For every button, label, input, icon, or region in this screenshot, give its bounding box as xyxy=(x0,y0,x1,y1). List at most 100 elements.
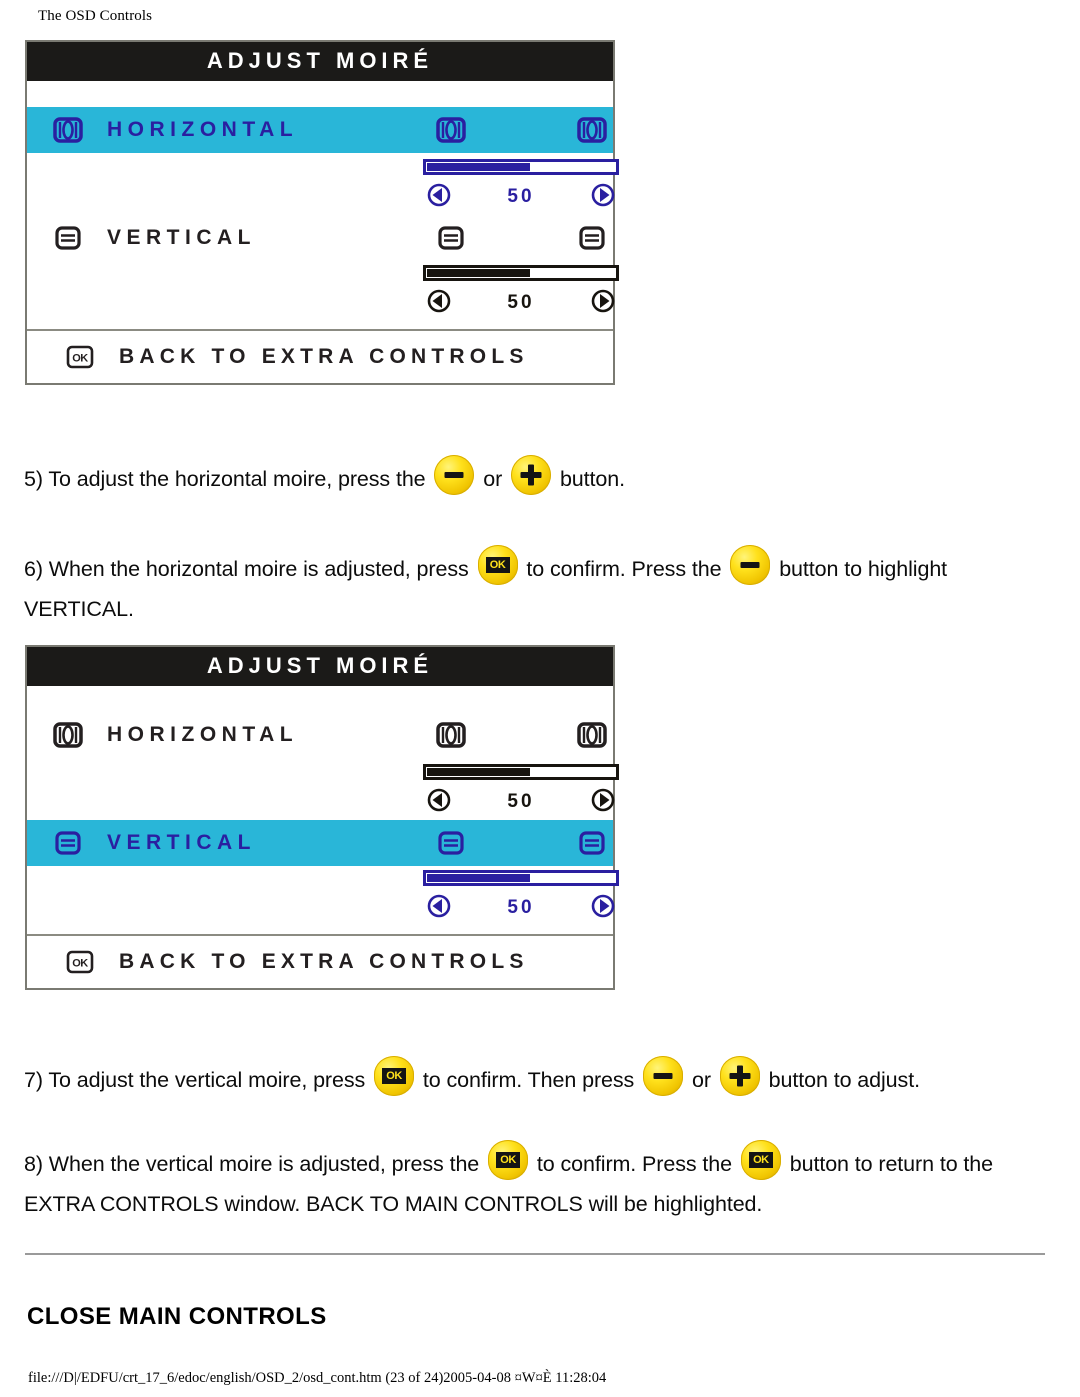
page-footer-path: file:///D|/EDFU/crt_17_6/edoc/english/OS… xyxy=(28,1370,607,1386)
ok-button[interactable]: OK xyxy=(477,545,518,585)
slider-value: 50 xyxy=(507,186,535,207)
slider-value: 50 xyxy=(507,791,535,812)
plus-icon xyxy=(528,464,535,486)
osd-row-label: BACK TO EXTRA CONTROLS xyxy=(119,950,529,973)
horizontal-moire-icon xyxy=(53,722,83,748)
vertical-moire-icon xyxy=(436,830,466,856)
horizontal-moire-icon xyxy=(577,722,607,748)
horizontal-moire-icon xyxy=(53,117,83,143)
minus-button[interactable] xyxy=(643,1056,684,1096)
page-header: The OSD Controls xyxy=(38,8,153,24)
vertical-moire-icon xyxy=(577,830,607,856)
horizontal-rule xyxy=(25,1253,1045,1255)
ok-button[interactable]: OK xyxy=(488,1140,529,1180)
minus-icon xyxy=(740,562,760,568)
osd-body: HORIZONTAL 50 VERTICAL 50 OK BACK TO EXT… xyxy=(27,686,619,988)
horizontal-moire-icon xyxy=(436,117,466,143)
slider-fill xyxy=(427,163,530,171)
ok-button[interactable]: OK xyxy=(374,1056,415,1096)
vertical-slider[interactable]: 50 xyxy=(423,870,619,924)
slider-fill xyxy=(427,874,530,882)
vertical-moire-icon xyxy=(53,830,83,856)
vertical-moire-icon xyxy=(577,225,607,251)
slider-fill xyxy=(427,269,530,277)
ok-button[interactable]: OK xyxy=(740,1140,781,1180)
slider-controls: 50 xyxy=(423,890,619,924)
slider-track[interactable] xyxy=(423,870,619,886)
ok-icon: OK xyxy=(496,1152,521,1168)
slider-fill xyxy=(427,768,530,776)
horizontal-moire-icon xyxy=(577,117,607,143)
step5-text-part1: 5) To adjust the horizontal moire, press… xyxy=(24,467,426,491)
horizontal-slider[interactable]: 50 xyxy=(423,764,619,818)
step7-text-part2: to confirm. Then press xyxy=(422,1068,635,1092)
step5-text-part3: button. xyxy=(559,467,626,491)
slider-track[interactable] xyxy=(423,265,619,281)
step7-text-part4: button to adjust. xyxy=(768,1068,920,1092)
ok-icon: OK xyxy=(485,557,510,573)
right-arrow-icon[interactable] xyxy=(591,183,615,207)
osd-row-vertical[interactable]: VERTICAL xyxy=(27,215,613,261)
plus-button[interactable] xyxy=(719,1056,760,1096)
instruction-step-7: 7) To adjust the vertical moire, press O… xyxy=(24,1056,1050,1100)
osd-spacer-top xyxy=(27,81,613,107)
ok-icon: OK xyxy=(382,1068,407,1084)
instruction-step-8: 8) When the vertical moire is adjusted, … xyxy=(24,1140,1050,1224)
osd-row-back-to-extra-controls[interactable]: OK BACK TO EXTRA CONTROLS xyxy=(27,934,613,988)
horizontal-moire-icon xyxy=(436,722,466,748)
step6-text-part2: to confirm. Press the xyxy=(526,557,722,581)
osd-slider-area-vertical: 50 xyxy=(27,866,619,928)
minus-button[interactable] xyxy=(434,455,475,495)
plus-button[interactable] xyxy=(511,455,552,495)
osd-row-vertical[interactable]: VERTICAL xyxy=(27,820,613,866)
ok-button-icon: OK xyxy=(65,949,95,975)
right-arrow-icon[interactable] xyxy=(591,289,615,313)
right-arrow-icon[interactable] xyxy=(591,788,615,812)
ok-icon: OK xyxy=(748,1152,773,1168)
plus-icon xyxy=(736,1065,743,1087)
osd-row-back-to-extra-controls[interactable]: OK BACK TO EXTRA CONTROLS xyxy=(27,329,613,383)
osd-row-horizontal[interactable]: HORIZONTAL xyxy=(27,107,613,153)
vertical-moire-icon xyxy=(436,225,466,251)
osd-slider-area-horizontal: 50 xyxy=(27,758,619,820)
minus-button[interactable] xyxy=(730,545,771,585)
osd-panel-adjust-moire-horizontal: ADJUST MOIRÉ HORIZONTAL 50 VERTICAL 50 O… xyxy=(25,40,619,385)
instruction-step-6: 6) When the horizontal moire is adjusted… xyxy=(24,545,1050,629)
slider-controls: 50 xyxy=(423,784,619,818)
osd-row-label: HORIZONTAL xyxy=(107,723,299,746)
slider-value: 50 xyxy=(507,897,535,918)
step7-text-part3: or xyxy=(691,1068,711,1092)
step7-text-part1: 7) To adjust the vertical moire, press xyxy=(24,1068,366,1092)
osd-title: ADJUST MOIRÉ xyxy=(27,42,613,81)
osd-spacer-top xyxy=(27,686,613,712)
osd-slider-area-vertical: 50 xyxy=(27,261,619,323)
osd-row-label: VERTICAL xyxy=(107,831,256,854)
minus-icon xyxy=(444,472,464,478)
osd-row-label: HORIZONTAL xyxy=(107,118,299,141)
svg-text:OK: OK xyxy=(72,958,88,970)
svg-text:OK: OK xyxy=(72,353,88,365)
instruction-step-5: 5) To adjust the horizontal moire, press… xyxy=(24,455,1050,499)
step6-text-part1: 6) When the horizontal moire is adjusted… xyxy=(24,557,469,581)
horizontal-slider[interactable]: 50 xyxy=(423,159,619,213)
vertical-slider[interactable]: 50 xyxy=(423,265,619,319)
step5-text-part2: or xyxy=(483,467,503,491)
osd-row-horizontal[interactable]: HORIZONTAL xyxy=(27,712,613,758)
section-heading: CLOSE MAIN CONTROLS xyxy=(27,1303,327,1330)
right-arrow-icon[interactable] xyxy=(591,894,615,918)
osd-panel-adjust-moire-vertical: ADJUST MOIRÉ HORIZONTAL 50 VERTICAL 50 O… xyxy=(25,645,619,990)
slider-value: 50 xyxy=(507,292,535,313)
ok-button-icon: OK xyxy=(65,344,95,370)
osd-body: HORIZONTAL 50 VERTICAL 50 OK BACK TO EXT… xyxy=(27,81,619,383)
osd-row-label: BACK TO EXTRA CONTROLS xyxy=(119,345,529,368)
step8-text-part1: 8) When the vertical moire is adjusted, … xyxy=(24,1152,480,1176)
slider-controls: 50 xyxy=(423,179,619,213)
slider-track[interactable] xyxy=(423,764,619,780)
slider-controls: 50 xyxy=(423,285,619,319)
slider-track[interactable] xyxy=(423,159,619,175)
osd-title: ADJUST MOIRÉ xyxy=(27,647,613,686)
minus-icon xyxy=(653,1073,673,1079)
step8-text-part2: to confirm. Press the xyxy=(536,1152,732,1176)
vertical-moire-icon xyxy=(53,225,83,251)
osd-row-label: VERTICAL xyxy=(107,226,256,249)
